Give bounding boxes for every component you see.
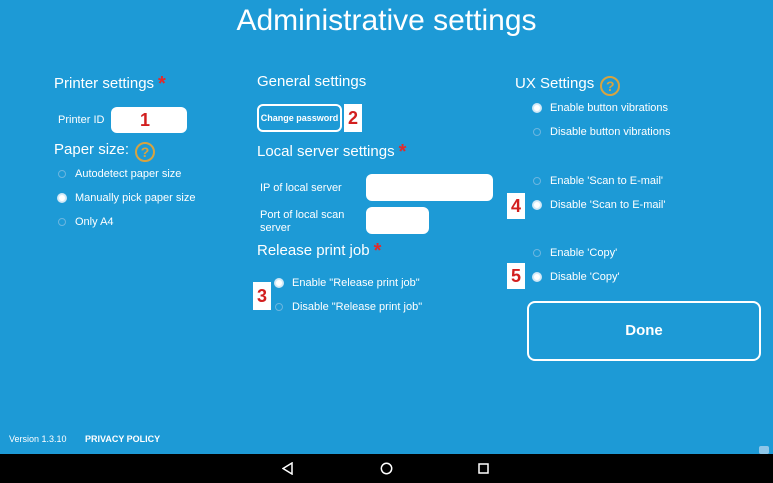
radio-label: Disable "Release print job" — [292, 301, 423, 313]
radio-circle-icon — [58, 170, 66, 178]
radio-enable-vibrations[interactable]: Enable button vibrations — [533, 102, 670, 114]
annotation-badge-3: 3 — [253, 282, 271, 310]
radio-checked-icon — [533, 201, 541, 209]
printer-id-label: Printer ID — [58, 114, 105, 126]
back-icon[interactable] — [282, 462, 294, 475]
radio-circle-icon — [275, 303, 283, 311]
paper-size-label: Paper size: — [54, 141, 130, 158]
radio-label: Only A4 — [75, 216, 114, 228]
radio-enable-copy[interactable]: Enable 'Copy' — [533, 247, 620, 259]
general-settings-heading: General settings — [257, 73, 367, 90]
required-star-icon: * — [373, 240, 382, 262]
port-label: Port of local scan server — [260, 209, 345, 234]
keyboard-handle-icon[interactable] — [759, 446, 769, 454]
radio-circle-icon — [533, 128, 541, 136]
done-button[interactable]: Done — [527, 301, 761, 361]
system-navigation-bar — [0, 454, 773, 483]
privacy-policy-link[interactable]: PRIVACY POLICY — [85, 434, 160, 444]
annotation-badge-4: 4 — [507, 193, 525, 219]
release-print-options: Enable "Release print job" Disable "Rele… — [275, 277, 422, 313]
local-server-label: Local server settings — [257, 143, 395, 160]
paper-size-heading: Paper size:? — [54, 141, 156, 162]
page-title: Administrative settings — [236, 4, 537, 37]
radio-label: Disable 'Scan to E-mail' — [550, 199, 666, 211]
radio-enable-scan-email[interactable]: Enable 'Scan to E-mail' — [533, 175, 665, 187]
radio-circle-icon — [533, 177, 541, 185]
radio-only-a4[interactable]: Only A4 — [58, 216, 195, 228]
ux-settings-label: UX Settings — [515, 75, 595, 92]
radio-label: Enable 'Scan to E-mail' — [550, 175, 664, 187]
printer-settings-label: Printer settings — [54, 75, 155, 92]
recents-icon[interactable] — [478, 463, 489, 474]
paper-size-options: Autodetect paper size Manually pick pape… — [58, 168, 195, 228]
annotation-badge-5: 5 — [507, 263, 525, 289]
annotation-badge-2: 2 — [344, 104, 362, 132]
help-icon[interactable]: ? — [135, 142, 156, 162]
radio-disable-vibrations[interactable]: Disable button vibrations — [533, 126, 670, 138]
radio-label: Enable "Release print job" — [292, 277, 420, 289]
scan-email-options: Enable 'Scan to E-mail' Disable 'Scan to… — [533, 175, 665, 211]
radio-circle-icon — [533, 249, 541, 257]
radio-enable-release[interactable]: Enable "Release print job" — [275, 277, 422, 289]
radio-label: Enable button vibrations — [550, 102, 669, 114]
radio-checked-icon — [533, 273, 541, 281]
home-icon[interactable] — [380, 462, 393, 475]
radio-label: Disable 'Copy' — [550, 271, 620, 283]
copy-options: Enable 'Copy' Disable 'Copy' — [533, 247, 620, 283]
radio-label: Disable button vibrations — [550, 126, 671, 138]
release-print-label: Release print job — [257, 242, 370, 259]
vibration-options: Enable button vibrations Disable button … — [533, 102, 670, 138]
annotation-badge-1: 1 — [139, 110, 150, 130]
ip-input[interactable] — [366, 174, 493, 201]
required-star-icon: * — [398, 141, 407, 163]
radio-label: Autodetect paper size — [75, 168, 182, 180]
radio-label: Enable 'Copy' — [550, 247, 618, 259]
radio-autodetect-paper[interactable]: Autodetect paper size — [58, 168, 195, 180]
ip-label: IP of local server — [260, 182, 342, 194]
release-print-heading: Release print job * — [257, 240, 381, 263]
version-text: Version 1.3.10 — [9, 434, 67, 444]
radio-manual-paper[interactable]: Manually pick paper size — [58, 192, 195, 204]
help-icon[interactable]: ? — [600, 76, 621, 96]
port-input[interactable] — [366, 207, 429, 234]
required-star-icon: * — [158, 73, 166, 95]
radio-checked-icon — [275, 279, 283, 287]
change-password-button[interactable]: Change password — [257, 104, 342, 132]
radio-disable-scan-email[interactable]: Disable 'Scan to E-mail' — [533, 199, 665, 211]
ux-settings-heading: UX Settings? — [515, 75, 621, 96]
printer-settings-heading: Printer settings * — [54, 73, 166, 96]
radio-disable-copy[interactable]: Disable 'Copy' — [533, 271, 620, 283]
radio-circle-icon — [58, 218, 66, 226]
radio-disable-release[interactable]: Disable "Release print job" — [275, 301, 422, 313]
local-server-heading: Local server settings * — [257, 141, 406, 164]
radio-checked-icon — [533, 104, 541, 112]
radio-checked-icon — [58, 194, 66, 202]
radio-label: Manually pick paper size — [75, 192, 196, 204]
